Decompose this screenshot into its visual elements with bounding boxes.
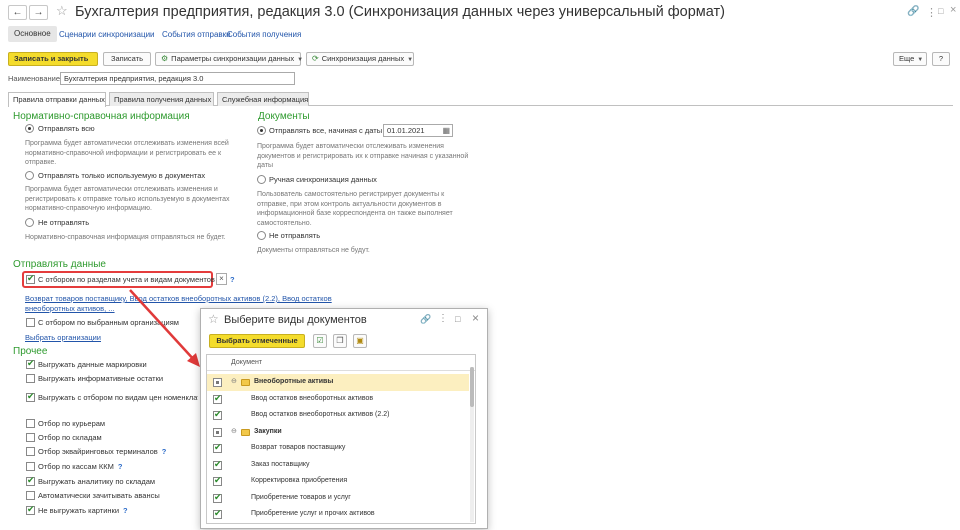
arrow-line [129,289,197,363]
row-label: Приобретение услуг и прочих активов [251,510,375,517]
row-checkbox[interactable] [213,508,222,519]
row-label: Заказ поставщику [251,460,310,468]
close-icon[interactable]: × [472,311,479,325]
folder-icon [241,379,250,386]
row-label: Закупки [254,427,282,435]
collapse-icon[interactable]: ⊖ [231,427,237,435]
row-label: Приобретение товаров и услуг [251,493,351,501]
row-checkbox[interactable] [213,492,222,503]
row-checkbox[interactable] [213,409,222,420]
column-header-document: Документ [231,359,263,366]
check-all-icon[interactable]: ☑ [313,334,327,348]
row-checkbox[interactable] [213,442,222,453]
doc-type-row[interactable]: Ввод остатков внеоборотных активов [207,391,469,408]
dialog-title: Выберите виды документов [224,314,367,326]
doc-type-row[interactable]: Приобретение товаров и услуг [207,490,469,507]
row-label: Ввод остатков внеоборотных активов (2.2) [251,411,390,418]
more-vertical-icon[interactable]: ⋮ [438,313,448,324]
favorite-star-icon[interactable]: ☆ [208,312,219,326]
doc-type-row[interactable]: Заказ поставщику [207,457,469,474]
expand-groups-icon[interactable]: ▣ [353,334,367,348]
header-divider [207,370,475,371]
row-label: Корректировка приобретения [251,477,348,484]
row-label: Внеоборотные активы [254,378,334,385]
select-marked-button[interactable]: Выбрать отмеченные [209,334,305,348]
select-doc-types-dialog[interactable]: ☆ Выберите виды документов 🔗 ⋮ □ × Выбра… [200,308,488,529]
folder-icon [241,428,250,436]
row-label: Возврат товаров поставщику [251,444,346,451]
maximize-icon[interactable]: □ [455,314,460,324]
row-checkbox[interactable] [213,475,222,486]
collapse-icon[interactable]: ⊖ [231,377,237,385]
doc-type-row[interactable]: Возврат товаров поставщику [207,440,469,457]
doc-types-table: Документ ⊖ Внеоборотные активы Ввод остатк… [206,354,476,524]
doc-type-row[interactable]: Ввод остатков внеоборотных активов (2.2) [207,407,469,424]
row-checkbox[interactable] [213,427,222,437]
row-label: Ввод остатков внеоборотных активов [251,394,374,402]
row-checkbox[interactable] [213,459,222,470]
doc-type-row[interactable]: Корректировка приобретения [207,473,469,490]
link-icon[interactable]: 🔗 [420,314,431,325]
scrollbar-thumb[interactable] [470,367,474,407]
doc-group-row[interactable]: ⊖ Закупки [207,424,469,441]
doc-type-row[interactable]: Приобретение услуг и прочих активов [207,506,469,523]
doc-group-row[interactable]: ⊖ Внеоборотные активы [207,374,469,391]
row-checkbox[interactable] [213,393,222,404]
row-checkbox[interactable] [213,378,222,387]
uncheck-all-icon[interactable]: ❐ [333,334,347,348]
